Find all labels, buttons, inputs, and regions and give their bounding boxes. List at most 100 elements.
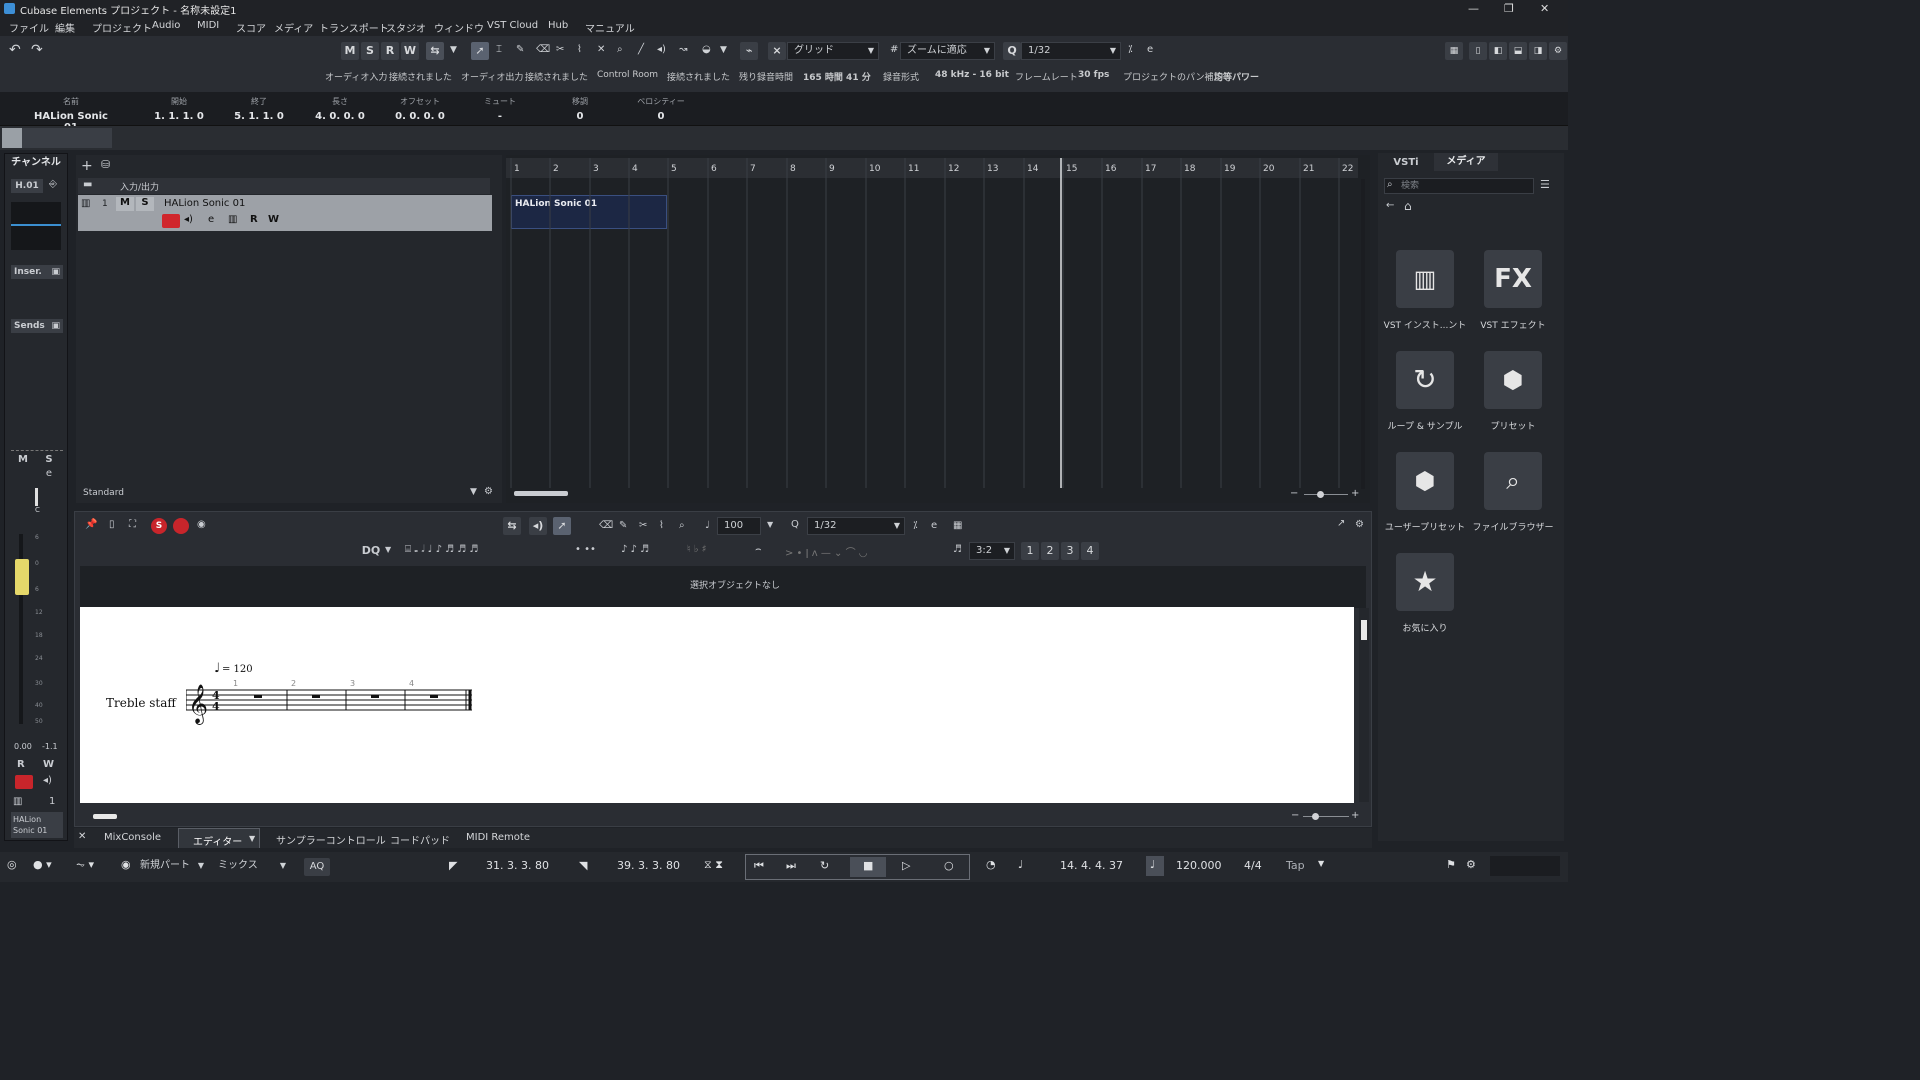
gear-icon[interactable]: ⚙ [484,486,493,497]
menu-studio[interactable]: スタジオ [386,20,426,35]
menu-score[interactable]: スコア [236,20,266,35]
fullscreen-icon[interactable]: ⛶ [129,519,136,530]
zoom-tool-icon[interactable]: ⌕ [617,44,623,55]
media-item-loops-samples[interactable]: ループ & サンプル [1380,419,1470,432]
editor-zoom-icon[interactable]: ⌕ [679,520,685,531]
open-in-window-icon[interactable]: ↗ [1337,518,1345,529]
voice-1-button[interactable]: 1 [1021,542,1039,560]
track-read-button[interactable]: R [250,214,258,225]
redo-icon[interactable]: ↷ [31,42,43,58]
track-mute-button[interactable]: M [116,197,134,211]
chevron-down-icon[interactable]: ▼ [767,520,773,529]
menu-midi[interactable]: MIDI [197,20,219,31]
menu-edit[interactable]: 編集 [55,20,75,35]
volume-value[interactable]: 0.00 [14,742,32,751]
stop-button[interactable]: ■ [850,857,886,877]
mute-tool-icon[interactable]: ✕ [597,44,605,55]
volume-fader[interactable] [15,559,29,595]
solo-all-button[interactable]: S [361,42,379,60]
overview-strip[interactable] [0,126,1568,150]
tempo-track-icon[interactable]: ♩ [1146,856,1164,876]
close-icon[interactable]: ✕ [1540,2,1549,15]
zoom-slider[interactable] [1304,494,1348,495]
user-preset-icon[interactable]: ⬢ [1396,452,1454,510]
read-all-button[interactable]: R [381,42,399,60]
tab-editor-active[interactable]: エディター ▼ [178,828,260,848]
editor-iterative-quantize-icon[interactable]: ⁒ [913,520,918,531]
chevron-down-icon[interactable]: ▼ [720,45,727,55]
glue-tool-icon[interactable]: ⌇ [577,44,582,55]
info-transpose[interactable]: 移調 0 [541,96,619,122]
autoscroll-icon[interactable]: ⇆ [426,42,444,60]
tab-chord-pads[interactable]: コードパッド [390,832,450,847]
note-tool-icons[interactable]: ⌸ 𝅝 𝅗𝅥 ♩ ♪ ♬ ♬ ♬ [405,544,478,555]
time-signature-value[interactable]: 4/4 [1244,859,1262,872]
inspector-record-button[interactable] [15,775,33,789]
pan-knob[interactable] [35,488,38,506]
record-mode-icon[interactable]: ● ▾ [33,858,52,871]
media-search-input[interactable]: 検索 [1384,178,1534,194]
overview-handle[interactable] [2,128,22,148]
edit-channel-icon[interactable]: ⎆ [49,179,57,190]
left-zone-icon[interactable]: ◧ [1489,42,1507,60]
chevron-down-icon[interactable]: ▼ [1318,859,1324,868]
marker-icon[interactable]: ⚑ [1446,858,1456,871]
maximize-icon[interactable]: ❐ [1504,2,1514,15]
editor-zoom-out-icon[interactable]: − [1291,810,1299,821]
track-edit-button[interactable]: e [208,214,214,225]
menu-media[interactable]: メディア [274,20,313,35]
tab-mixconsole[interactable]: MixConsole [104,832,161,843]
step-input-icon[interactable]: S [151,518,167,534]
line-tool-icon[interactable]: ╱ [638,44,644,55]
record-icon[interactable]: ○ [944,859,954,872]
go-to-end-icon[interactable]: ⏭ [786,859,796,873]
inspector-write-button[interactable]: W [43,759,54,770]
erase-tool-icon[interactable]: ⌫ [536,44,550,55]
left-locator-icon[interactable]: ◤ [449,859,457,872]
menu-hub[interactable]: Hub [548,20,568,31]
info-velocity[interactable]: ベロシティー 0 [622,96,700,122]
track-instrument-icon[interactable]: ▥ [228,214,237,225]
editor-zoom-slider[interactable] [1303,816,1349,817]
quantize-q-icon[interactable]: Q [1003,42,1021,60]
cycle-icon[interactable]: ↻ [820,859,829,872]
chevron-down-icon[interactable]: ▼ [470,487,477,497]
inspector-edit-button[interactable]: e [39,468,59,482]
tap-tempo-button[interactable]: Tap [1286,859,1305,872]
horizontal-scrollbar[interactable] [514,491,568,496]
tab-midi-remote[interactable]: MIDI Remote [466,832,530,843]
settings-icon[interactable]: ⚙ [1549,42,1567,60]
display-quantize-button[interactable]: DQ [353,542,389,560]
play-icon[interactable]: ▷ [902,859,910,872]
insert-velocity-field[interactable]: 100 [717,517,761,535]
menu-project[interactable]: プロジェクト [92,20,152,35]
hexagon-icon[interactable]: ⬢ [1484,351,1542,409]
accidental-icons[interactable]: ♮ ♭ ♯ [687,544,707,555]
editor-vertical-scrollbar[interactable] [1359,608,1369,802]
write-all-button[interactable]: W [401,42,419,60]
chevron-down-icon[interactable]: ▼ [385,545,391,554]
info-offset[interactable]: オフセット 0. 0. 0. 0 [381,96,459,122]
snap-toggle-icon[interactable]: ⨯ [768,42,786,60]
star-icon[interactable]: ★ [1396,553,1454,611]
menu-transport[interactable]: トランスポート [319,20,389,35]
back-arrow-icon[interactable]: ← [1386,200,1394,211]
tab-sampler-control[interactable]: サンプラーコントロール [276,832,386,847]
minimize-icon[interactable]: — [1468,2,1479,15]
track-name[interactable]: HALion Sonic 01 [164,198,245,209]
info-mute[interactable]: ミュート - [461,96,539,122]
object-select-tool-icon[interactable]: ➚ [471,42,489,60]
menu-audio[interactable]: Audio [152,20,180,31]
metronome-icon[interactable]: ◔ [986,858,996,871]
transport-settings-icon[interactable]: ⚙ [1466,858,1476,871]
piano-keys-icon[interactable]: ▥ [1396,250,1454,308]
editor-autoscroll-icon[interactable]: ⇆ [503,517,521,535]
list-view-icon[interactable]: ☰ [1540,178,1550,191]
articulation-icons[interactable]: > • ǀ ʌ — ⌄ ⌒ ◡ [785,544,868,559]
vertical-scrollbar[interactable] [1361,179,1365,489]
editor-select-tool-icon[interactable]: ➚ [553,517,571,535]
instrument-track[interactable]: ▥ 1 M S HALion Sonic 01 ◂) e ▥ R W [78,195,492,231]
score-page[interactable]: ♩ = 120 Treble staff 1 2 3 4 𝄞 4 4 [80,607,1354,803]
close-lower-zone-icon[interactable]: ✕ [78,831,86,842]
voice-4-button[interactable]: 4 [1081,542,1099,560]
